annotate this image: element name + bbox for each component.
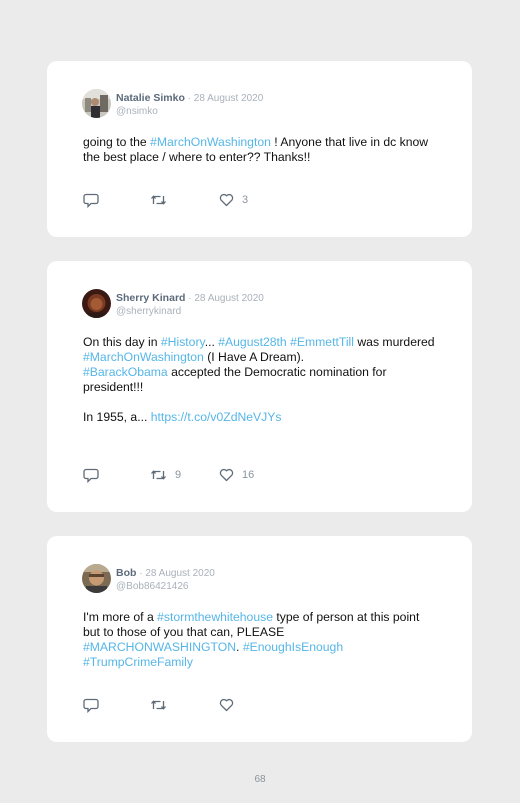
retweet-button[interactable] [150, 192, 175, 208]
tweet-text-run: was murdered [353, 335, 435, 349]
separator: · [136, 568, 146, 579]
hashtag-link[interactable]: #MarchOnWashington [83, 350, 204, 364]
retweet-count: 9 [175, 469, 182, 481]
hashtag-link[interactable]: #MARCHONWASHINGTON [83, 640, 236, 654]
tweet-text-run: In 1955, a... [83, 410, 151, 424]
reply-icon [83, 468, 99, 483]
author-name[interactable]: Sherry Kinard [116, 292, 185, 304]
author-name[interactable]: Bob [116, 567, 136, 579]
tweet-card: Bob · 28 August 2020 @Bob86421426 I'm mo… [47, 536, 472, 742]
tweet-text-run: ... [204, 335, 219, 349]
avatar[interactable] [82, 564, 111, 593]
reply-button[interactable] [83, 192, 107, 208]
retweet-icon [150, 193, 167, 207]
tweet-text-run: I'm more of a [83, 610, 158, 624]
author-handle[interactable]: @Bob86421426 [116, 580, 215, 593]
author-handle[interactable]: @nsimko [116, 105, 263, 118]
avatar[interactable] [82, 89, 111, 118]
retweet-button[interactable] [150, 697, 175, 713]
like-count: 3 [242, 194, 249, 206]
retweet-button[interactable]: 9 [150, 467, 181, 483]
retweet-icon [150, 698, 167, 712]
tweet-text: On this day in #History... #August28th #… [83, 335, 435, 425]
separator: · [184, 93, 194, 104]
retweet-icon [150, 468, 167, 482]
tweet-header: Bob · 28 August 2020 @Bob86421426 [116, 565, 215, 593]
reply-icon [83, 698, 99, 713]
reply-icon [83, 193, 99, 208]
separator: · [185, 293, 195, 304]
heart-icon [219, 468, 234, 482]
hashtag-link[interactable]: #August28th [218, 335, 286, 349]
heart-icon [219, 193, 234, 207]
tweet-text: going to the #MarchOnWashington ! Anyone… [83, 135, 435, 165]
tweet-header: Natalie Simko · 28 August 2020 @nsimko [116, 90, 263, 118]
hashtag-link[interactable]: #stormthewhitehouse [157, 610, 273, 624]
tweet-text-run: (I Have A Dream). [203, 350, 305, 364]
tweet-date[interactable]: 28 August 2020 [194, 93, 264, 104]
tweet-header: Sherry Kinard · 28 August 2020 @sherryki… [116, 290, 264, 318]
like-button[interactable]: 16 [219, 467, 254, 483]
hashtag-link[interactable]: #BarackObama [83, 365, 168, 379]
page-number: 68 [254, 774, 266, 785]
heart-icon [219, 698, 234, 712]
author-name[interactable]: Natalie Simko [116, 92, 185, 104]
url-link[interactable]: https://t.co/v0ZdNeVJYs [151, 410, 282, 424]
like-count: 16 [242, 469, 255, 481]
tweet-text-run: On this day in [83, 335, 161, 349]
tweet-text: I'm more of a #stormthewhitehouse type o… [83, 610, 435, 670]
like-button[interactable] [219, 697, 242, 713]
like-button[interactable]: 3 [219, 192, 248, 208]
reply-button[interactable] [83, 697, 107, 713]
tweet-text-run: going to the [83, 135, 151, 149]
tweet-date[interactable]: 28 August 2020 [194, 293, 264, 304]
hashtag-link[interactable]: #TrumpCrimeFamily [83, 655, 193, 669]
avatar[interactable] [82, 289, 111, 318]
hashtag-link[interactable]: #MarchOnWashington [150, 135, 271, 149]
reply-button[interactable] [83, 467, 107, 483]
tweet-card: Natalie Simko · 28 August 2020 @nsimko g… [47, 61, 472, 237]
hashtag-link[interactable]: #EnoughIsEnough [243, 640, 343, 654]
hashtag-link[interactable]: #EmmettTill [290, 335, 354, 349]
tweet-text-run: . [236, 640, 243, 654]
author-handle[interactable]: @sherrykinard [116, 305, 264, 318]
tweet-date[interactable]: 28 August 2020 [145, 568, 215, 579]
tweet-card: Sherry Kinard · 28 August 2020 @sherryki… [47, 261, 472, 512]
hashtag-link[interactable]: #History [161, 335, 205, 349]
